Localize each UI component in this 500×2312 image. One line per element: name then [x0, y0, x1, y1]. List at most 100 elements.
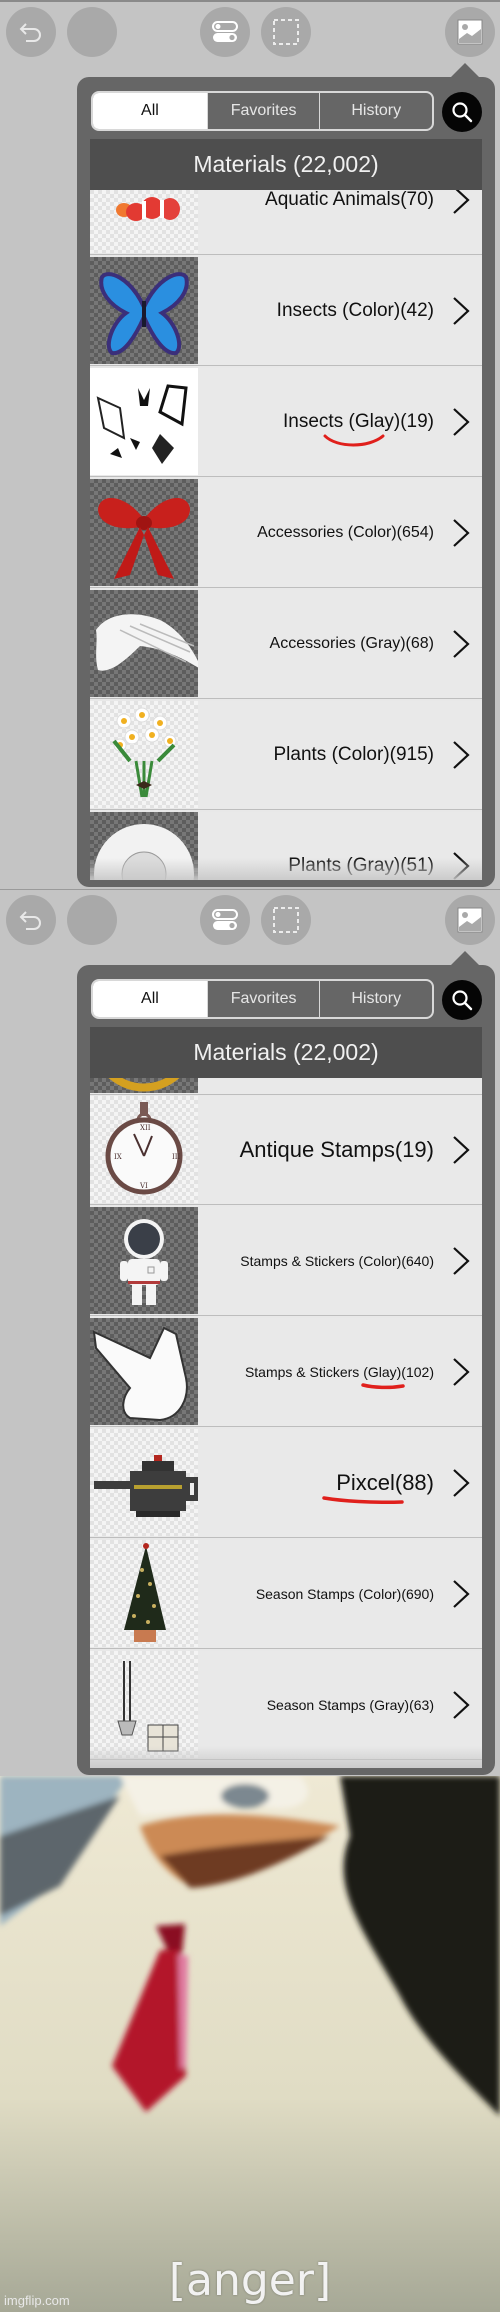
- chevron-right-icon: [453, 741, 470, 769]
- list-item[interactable]: Accessories (Color)(654): [90, 479, 482, 588]
- chevron-right-icon: [453, 1136, 470, 1164]
- material-button[interactable]: [445, 7, 495, 57]
- penguin-illustration: [0, 1776, 500, 2312]
- chevron-right-icon: [453, 852, 470, 880]
- chevron-right-icon: [453, 297, 470, 325]
- white-flower-thumbnail: [90, 812, 198, 880]
- category-label: Stamps & Stickers (Color)(640): [240, 1252, 434, 1269]
- search-icon: [452, 990, 473, 1011]
- list-item[interactable]: Stamps & Stickers (Color)(640): [90, 1207, 482, 1316]
- christmas-tree-thumbnail: [90, 1540, 198, 1647]
- tab-all[interactable]: All: [93, 981, 207, 1017]
- list-item[interactable]: Stamps & Stickers (Glay)(102): [90, 1318, 482, 1427]
- pixel-teapot-thumbnail: [90, 1429, 198, 1536]
- category-label: Aquatic Animals(70): [265, 190, 434, 210]
- list-item[interactable]: Insects (Color)(42): [90, 257, 482, 366]
- pointing-hand-thumbnail: [90, 1318, 198, 1425]
- red-bow-thumbnail: [90, 479, 198, 586]
- layer-toggle-button[interactable]: [200, 7, 250, 57]
- category-label: Plants (Color)(915): [273, 743, 435, 765]
- materials-list[interactable]: Aquatic Animals(70) Insects (Color)(42) …: [90, 190, 482, 880]
- tab-favorites[interactable]: Favorites: [206, 981, 320, 1017]
- popup-caret: [449, 951, 481, 967]
- butterfly-sketches-thumbnail: [90, 368, 198, 475]
- chevron-right-icon: [453, 519, 470, 547]
- svg-text:III: III: [172, 1153, 181, 1161]
- svg-text:XII: XII: [140, 1124, 151, 1132]
- list-item[interactable]: Season Stamps (Color)(690): [90, 1540, 482, 1649]
- chevron-right-icon: [453, 1691, 470, 1719]
- blue-butterfly-thumbnail: [90, 257, 198, 364]
- list-item[interactable]: XII III VI IX Antique Stamps(19): [90, 1096, 482, 1205]
- undo-icon: [19, 911, 41, 930]
- undo-icon: [19, 23, 41, 42]
- category-label: Stamps & Stickers (Glay)(102): [244, 1363, 434, 1380]
- search-icon: [452, 102, 473, 123]
- category-label: Pixcel(88): [336, 1469, 434, 1495]
- toggle-switches-icon: [212, 21, 238, 42]
- daisy-bouquet-thumbnail: [90, 701, 198, 808]
- golden-crest-thumbnail: [90, 1078, 198, 1093]
- materials-popup: All Favorites History Materials (22,002)…: [77, 63, 495, 887]
- red-underline-annotation: [361, 1383, 405, 1390]
- screenshot-1: All Favorites History Materials (22,002)…: [0, 0, 500, 889]
- undo-button[interactable]: [6, 7, 56, 57]
- search-button[interactable]: [442, 980, 482, 1020]
- chevron-right-icon: [453, 1580, 470, 1608]
- watermark: imgflip.com: [4, 2293, 70, 2308]
- image-icon: [457, 19, 483, 45]
- tab-bar: All Favorites History: [91, 979, 434, 1019]
- image-icon: [457, 907, 483, 933]
- clownfish-thumbnail: [90, 190, 198, 253]
- chevron-right-icon: [453, 190, 470, 214]
- materials-header: Materials (22,002): [90, 139, 482, 190]
- search-button[interactable]: [442, 92, 482, 132]
- pocket-watch-thumbnail: XII III VI IX: [90, 1096, 198, 1203]
- category-label: Plants (Gray)(51): [288, 854, 434, 876]
- dashed-selection-icon: [273, 907, 299, 933]
- selection-button[interactable]: [261, 7, 311, 57]
- chevron-right-icon: [453, 1358, 470, 1386]
- list-item[interactable]: Accessories (Gray)(68): [90, 590, 482, 699]
- dashed-selection-icon: [273, 19, 299, 45]
- category-label: Accessories (Color)(654): [257, 523, 434, 541]
- list-item[interactable]: [90, 1078, 482, 1095]
- svg-text:VI: VI: [139, 1182, 148, 1190]
- category-label: Insects (Glay)(19): [283, 410, 434, 432]
- red-underline-annotation: [322, 1496, 404, 1504]
- tab-history[interactable]: History: [319, 981, 432, 1017]
- category-label: Season Stamps (Gray)(63): [266, 1696, 434, 1713]
- svg-text:IX: IX: [114, 1153, 122, 1161]
- material-button[interactable]: [445, 895, 495, 945]
- list-item[interactable]: Plants (Gray)(51): [90, 812, 482, 880]
- list-item[interactable]: Season Stamps (Gray)(63): [90, 1651, 482, 1760]
- category-label: Insects (Color)(42): [276, 299, 434, 321]
- tab-favorites[interactable]: Favorites: [206, 93, 320, 129]
- white-wing-thumbnail: [90, 590, 198, 697]
- disabled-tool-button[interactable]: [67, 7, 117, 57]
- list-item[interactable]: Insects (Glay)(19): [90, 368, 482, 477]
- undo-button[interactable]: [6, 895, 56, 945]
- popup-caret: [449, 63, 481, 79]
- red-underline-annotation: [323, 434, 385, 447]
- tab-all[interactable]: All: [93, 93, 207, 129]
- materials-header: Materials (22,002): [90, 1027, 482, 1078]
- toggle-switches-icon: [212, 909, 238, 930]
- chevron-right-icon: [453, 630, 470, 658]
- category-label: Season Stamps (Color)(690): [255, 1585, 434, 1602]
- list-item[interactable]: Aquatic Animals(70): [90, 190, 482, 255]
- astronaut-thumbnail: [90, 1207, 198, 1314]
- screenshot-2: All Favorites History Materials (22,002)…: [0, 889, 500, 1776]
- materials-list[interactable]: XII III VI IX Antique Stamps(19) Stamps & S…: [90, 1078, 482, 1768]
- layer-toggle-button[interactable]: [200, 895, 250, 945]
- category-label: Accessories (Gray)(68): [269, 634, 434, 652]
- list-item[interactable]: Pixcel(88): [90, 1429, 482, 1538]
- selection-button[interactable]: [261, 895, 311, 945]
- chevron-right-icon: [453, 1469, 470, 1497]
- tab-history[interactable]: History: [319, 93, 432, 129]
- meme-caption: [anger]: [168, 2255, 332, 2306]
- tab-bar: All Favorites History: [91, 91, 434, 131]
- list-item[interactable]: Plants (Color)(915): [90, 701, 482, 810]
- disabled-tool-button[interactable]: [67, 895, 117, 945]
- materials-popup: All Favorites History Materials (22,002)…: [77, 951, 495, 1775]
